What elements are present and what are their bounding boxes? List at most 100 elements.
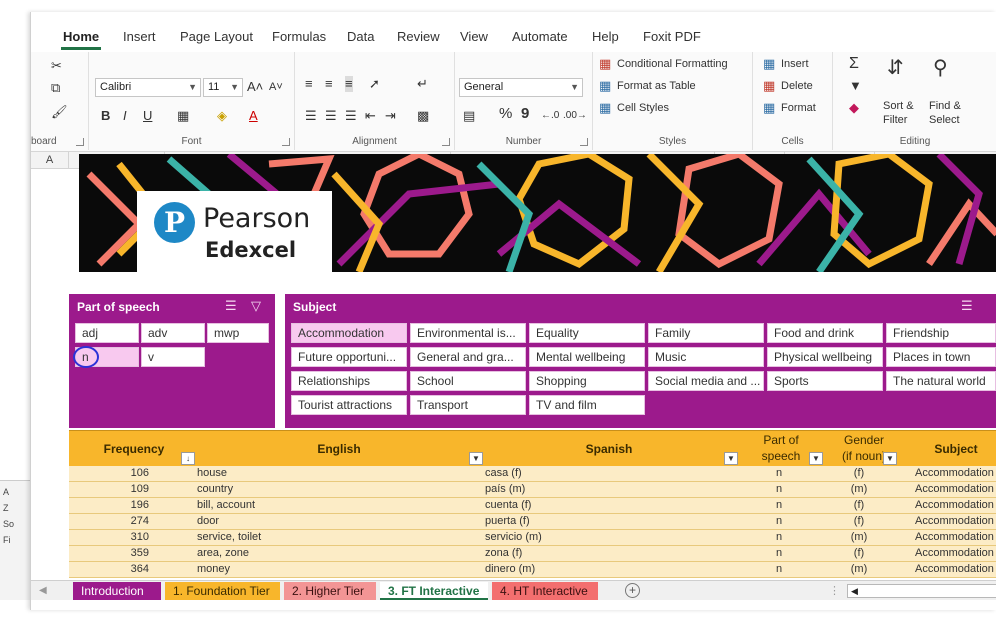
cell-subject[interactable]: Accommodation [915,546,996,561]
multi-select-icon[interactable]: ☰ [961,298,973,314]
column-header-a[interactable]: A [31,152,69,169]
slicer-item-v[interactable]: v [141,347,205,367]
slicer-item-subject[interactable]: General and gra... [410,347,526,367]
wrap-text-icon[interactable]: ↵ [417,76,428,92]
scroll-left-icon[interactable]: ◀ [851,585,858,597]
tab-foxit-pdf[interactable]: Foxit PDF [643,26,701,48]
cell-freq[interactable]: 106 [109,466,149,481]
cell-pos[interactable]: n [759,514,799,529]
comma-style-button[interactable]: 9 [521,106,529,122]
table-row[interactable]: 359 area, zone zona (f) n (f) Accommodation [69,546,996,562]
cell-pos[interactable]: n [759,482,799,497]
cell-english[interactable]: country [197,482,437,497]
slicer-item-adj[interactable]: adj [75,323,139,343]
cell-freq[interactable]: 364 [109,562,149,577]
cell-freq[interactable]: 109 [109,482,149,497]
cell-pos[interactable]: n [759,562,799,577]
cell-subject[interactable]: Accommodation [915,466,996,481]
cell-subject[interactable]: Accommodation [915,482,996,497]
tab-home[interactable]: Home [60,26,102,50]
cell-gender[interactable]: (f) [839,466,879,481]
borders-icon[interactable]: ▦ [177,108,189,124]
font-name-select[interactable]: Calibri ▼ [95,78,201,97]
sheet-tab[interactable]: Introduction [73,582,161,600]
multi-select-icon[interactable]: ☰ [225,298,237,314]
table-row[interactable]: 310 service, toilet servicio (m) n (m) Accomm… [69,530,996,546]
increase-indent-icon[interactable]: ⇥ [385,108,396,124]
slicer-item-subject[interactable]: TV and film [529,395,645,415]
cell-gender[interactable]: (m) [839,530,879,545]
decrease-decimal-icon[interactable]: .00→ [563,108,587,124]
align-bottom-icon[interactable]: ≡ [345,76,353,92]
number-launcher-icon[interactable] [580,138,588,146]
cell-styles-button[interactable]: Cell Styles [617,102,669,114]
fill-icon[interactable]: ▼ [849,78,862,94]
align-right-icon[interactable]: ☰ [345,108,357,124]
slicer-item-subject[interactable]: Environmental is... [410,323,526,343]
cell-subject[interactable]: Accommodation [915,562,996,577]
cell-pos[interactable]: n [759,466,799,481]
cell-pos[interactable]: n [759,546,799,561]
accounting-format-icon[interactable]: ▤ [463,108,475,124]
align-center-icon[interactable]: ☰ [325,108,337,124]
slicer-item-subject[interactable]: Physical wellbeing [767,347,883,367]
slicer-item-subject[interactable]: Equality [529,323,645,343]
tab-help[interactable]: Help [592,26,619,48]
cell-pos[interactable]: n [759,530,799,545]
tab-insert[interactable]: Insert [123,26,156,48]
slicer-item-mwp[interactable]: mwp [207,323,269,343]
slicer-item-subject[interactable]: Music [648,347,764,367]
decrease-font-button[interactable]: A˅ [269,81,283,93]
table-row[interactable]: 109 country país (m) n (m) Accommodation [69,482,996,498]
orientation-icon[interactable]: ➚ [369,76,380,92]
slicer-item-subject[interactable]: Tourist attractions [291,395,407,415]
sheet-tab[interactable]: 3. FT Interactive [380,582,488,600]
table-row[interactable]: 274 door puerta (f) n (f) Accommodation [69,514,996,530]
cell-english[interactable]: area, zone [197,546,437,561]
slicer-item-subject[interactable]: Friendship [886,323,996,343]
tab-data[interactable]: Data [347,26,374,48]
align-left-icon[interactable]: ☰ [305,108,317,124]
insert-button[interactable]: Insert [781,58,809,70]
cell-english[interactable]: money [197,562,437,577]
select-label[interactable]: Select [929,114,960,126]
find-label[interactable]: Find & [929,100,961,112]
cell-gender[interactable]: (m) [839,562,879,577]
cell-spanish[interactable]: dinero (m) [485,562,705,577]
cell-spanish[interactable]: zona (f) [485,546,705,561]
cell-subject[interactable]: Accommodation [915,498,996,513]
slicer-item-subject[interactable]: Future opportuni... [291,347,407,367]
cell-english[interactable]: bill, account [197,498,437,513]
slicer-item-subject[interactable]: Relationships [291,371,407,391]
filter-dropdown-icon[interactable]: ▼ [724,452,738,465]
table-row[interactable]: 106 house casa (f) n (f) Accommodation [69,466,996,482]
cell-freq[interactable]: 359 [109,546,149,561]
cell-spanish[interactable]: país (m) [485,482,705,497]
cell-spanish[interactable]: servicio (m) [485,530,705,545]
add-sheet-icon[interactable]: + [625,583,640,598]
align-middle-icon[interactable]: ≡ [325,76,333,92]
slicer-item-subject[interactable]: Sports [767,371,883,391]
decrease-indent-icon[interactable]: ⇤ [365,108,376,124]
delete-button[interactable]: Delete [781,80,813,92]
autosum-icon[interactable]: Σ [849,56,859,72]
format-as-table-button[interactable]: Format as Table [617,80,696,92]
slicer-item-subject[interactable]: Mental wellbeing [529,347,645,367]
filter-dropdown-icon[interactable]: ▼ [883,452,897,465]
format-button[interactable]: Format [781,102,816,114]
tab-review[interactable]: Review [397,26,440,48]
sort-filter-icon[interactable]: ↓ [181,452,195,465]
format-painter-icon[interactable]: 🖌 [51,104,68,120]
align-top-icon[interactable]: ≡ [305,76,313,92]
cell-gender[interactable]: (m) [839,482,879,497]
sort-label[interactable]: Sort & [883,100,914,112]
cell-gender[interactable]: (f) [839,546,879,561]
cell-spanish[interactable]: puerta (f) [485,514,705,529]
cell-spanish[interactable]: cuenta (f) [485,498,705,513]
scroll-tabs-left-icon[interactable]: ◀ [39,583,47,599]
sheet-tab[interactable]: 4. HT Interactive [492,582,598,600]
sheet-tab[interactable]: 1. Foundation Tier [165,582,280,600]
cell-gender[interactable]: (f) [839,498,879,513]
font-launcher-icon[interactable] [282,138,290,146]
fill-color-icon[interactable]: ◈ [217,108,227,124]
